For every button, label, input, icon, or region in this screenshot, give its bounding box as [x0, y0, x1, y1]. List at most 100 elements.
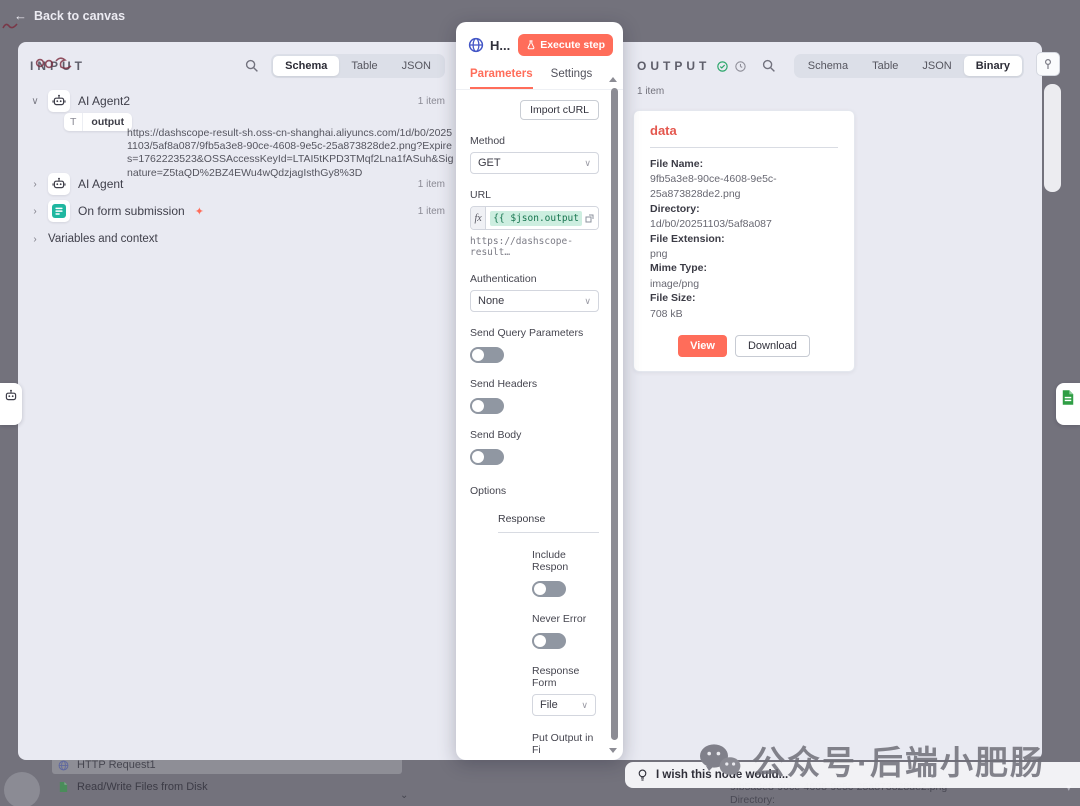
- output-items-count: 1 item: [637, 86, 665, 97]
- background-node-files: Read/Write Files from Disk: [58, 781, 208, 793]
- robot-icon: [52, 177, 66, 189]
- send-query-label: Send Query Parameters: [470, 327, 584, 339]
- tree-label-variables: Variables and context: [48, 233, 158, 245]
- mime-type-label: Mime Type:: [650, 262, 707, 275]
- chevron-down-icon[interactable]: ∨: [30, 96, 40, 107]
- tree-row-form-submission[interactable]: › On form submission ✦ 1 item: [30, 200, 445, 222]
- wechat-icon: [700, 744, 741, 778]
- output-tab-binary[interactable]: Binary: [963, 56, 1022, 76]
- tab-parameters[interactable]: Parameters: [470, 68, 533, 89]
- authentication-value: None: [478, 295, 505, 307]
- ai-agent-icon-box: [48, 173, 70, 195]
- execution-time-icon: [735, 60, 746, 72]
- output-tab-json[interactable]: JSON: [910, 56, 963, 76]
- tree-row-variables[interactable]: › Variables and context: [30, 228, 445, 250]
- back-to-canvas-button[interactable]: ← Back to canvas: [14, 8, 125, 23]
- chevron-right-icon[interactable]: ›: [30, 234, 40, 245]
- response-section-label: Response: [498, 513, 599, 533]
- toggle-knob: [534, 635, 546, 647]
- ai-agent2-icon-box: [48, 90, 70, 112]
- toggle-knob: [534, 583, 546, 595]
- output-field-value[interactable]: https://dashscope-result-sh.oss-cn-shang…: [127, 127, 454, 180]
- fx-icon[interactable]: fx: [471, 207, 487, 229]
- url-expression-input[interactable]: fx {{ $json.output: [470, 206, 599, 230]
- background-node-http: HTTP Request1: [58, 759, 156, 771]
- download-button[interactable]: Download: [734, 335, 810, 358]
- watermark-scribble: [35, 57, 72, 70]
- response-format-label: Response Form: [532, 665, 580, 689]
- method-select[interactable]: GET ∨: [470, 152, 599, 174]
- scrollbar-down-arrow[interactable]: [609, 748, 617, 753]
- input-tab-json[interactable]: JSON: [390, 56, 443, 76]
- lightbulb-icon: [638, 769, 647, 781]
- back-to-canvas-label: Back to canvas: [34, 8, 126, 23]
- form-icon: [52, 204, 66, 218]
- send-body-toggle[interactable]: [470, 449, 504, 465]
- input-tab-schema[interactable]: Schema: [273, 56, 340, 76]
- file-size-label: File Size:: [650, 292, 696, 305]
- node-detail-modal: INPUT Schema Table JSON ∨ AI Agent2 1 it…: [18, 22, 1042, 760]
- next-node-stub[interactable]: [1056, 383, 1080, 425]
- file-extension-value: png: [650, 247, 668, 260]
- chevron-down-icon: ∨: [581, 699, 588, 710]
- output-field-name: output: [91, 116, 125, 128]
- import-curl-button[interactable]: Import cURL: [520, 100, 599, 120]
- scrollbar-up-arrow[interactable]: [609, 77, 617, 82]
- tree-row-ai-agent2[interactable]: ∨ AI Agent2 1 item: [30, 90, 445, 112]
- send-query-toggle[interactable]: [470, 347, 504, 363]
- never-error-label: Never Error: [532, 613, 587, 625]
- toggle-knob: [472, 400, 484, 412]
- authentication-label: Authentication: [470, 273, 537, 285]
- chevron-down-icon: ∨: [584, 295, 591, 306]
- output-field-pill[interactable]: T output: [64, 113, 133, 131]
- chevron-right-icon[interactable]: ›: [30, 206, 40, 217]
- pin-data-button[interactable]: [1036, 52, 1060, 76]
- tree-row-ai-agent[interactable]: › AI Agent 1 item: [30, 173, 445, 195]
- execute-step-button[interactable]: Execute step: [518, 34, 613, 56]
- input-tab-table[interactable]: Table: [339, 56, 389, 76]
- file-icon: [1062, 390, 1074, 405]
- file-icon: [59, 781, 68, 793]
- form-submission-count: 1 item: [417, 205, 445, 217]
- output-tab-schema[interactable]: Schema: [796, 56, 860, 76]
- robot-icon: [5, 389, 17, 401]
- response-format-select[interactable]: File ∨: [532, 694, 596, 716]
- input-panel: INPUT Schema Table JSON ∨ AI Agent2 1 it…: [18, 42, 456, 760]
- node-title: H...: [490, 37, 511, 53]
- binary-data-card: data File Name: 9fb5a3e8-90ce-4608-9e5c-…: [633, 110, 855, 373]
- flask-icon: [527, 40, 535, 50]
- watermark: 公众号·后端小肥肠: [698, 736, 1045, 784]
- input-search-button[interactable]: [241, 55, 263, 77]
- include-response-toggle[interactable]: [532, 581, 566, 597]
- sparkle-icon: ✦: [194, 205, 204, 218]
- authentication-select[interactable]: None ∨: [470, 290, 599, 312]
- view-button[interactable]: View: [678, 335, 727, 358]
- tree-label-ai-agent: AI Agent: [78, 177, 124, 191]
- background-node-http-label: HTTP Request1: [77, 759, 156, 771]
- never-error-toggle[interactable]: [532, 633, 566, 649]
- expression-token: {{ $json.output: [490, 210, 582, 226]
- form-submission-icon-box: [48, 200, 70, 222]
- background-fragment-directory-label: Directory:: [730, 794, 775, 806]
- output-title: OUTPUT: [637, 59, 711, 73]
- mime-type-value: image/png: [650, 277, 700, 290]
- node-tabs: Parameters Settings: [456, 56, 623, 90]
- divider: [650, 147, 838, 148]
- output-search-button[interactable]: [760, 55, 779, 77]
- scrollbar-thumb[interactable]: [611, 88, 618, 740]
- tab-settings[interactable]: Settings: [551, 68, 593, 89]
- chevron-right-icon[interactable]: ›: [30, 179, 40, 190]
- ai-agent-count: 1 item: [417, 178, 445, 190]
- globe-icon: [58, 760, 69, 770]
- expand-expression-icon[interactable]: [585, 214, 594, 223]
- file-name-label: File Name:: [650, 158, 704, 170]
- include-response-label: Include Respon: [532, 549, 569, 573]
- response-format-value: File: [540, 699, 558, 711]
- watermark-text: 公众号·后端小肥肠: [752, 744, 1045, 781]
- robot-icon: [52, 94, 66, 106]
- input-node-stub[interactable]: [0, 383, 22, 425]
- output-tab-table[interactable]: Table: [860, 56, 910, 76]
- send-headers-toggle[interactable]: [470, 398, 504, 414]
- chevron-down-icon: ∨: [584, 157, 591, 168]
- success-check-icon: [717, 60, 729, 72]
